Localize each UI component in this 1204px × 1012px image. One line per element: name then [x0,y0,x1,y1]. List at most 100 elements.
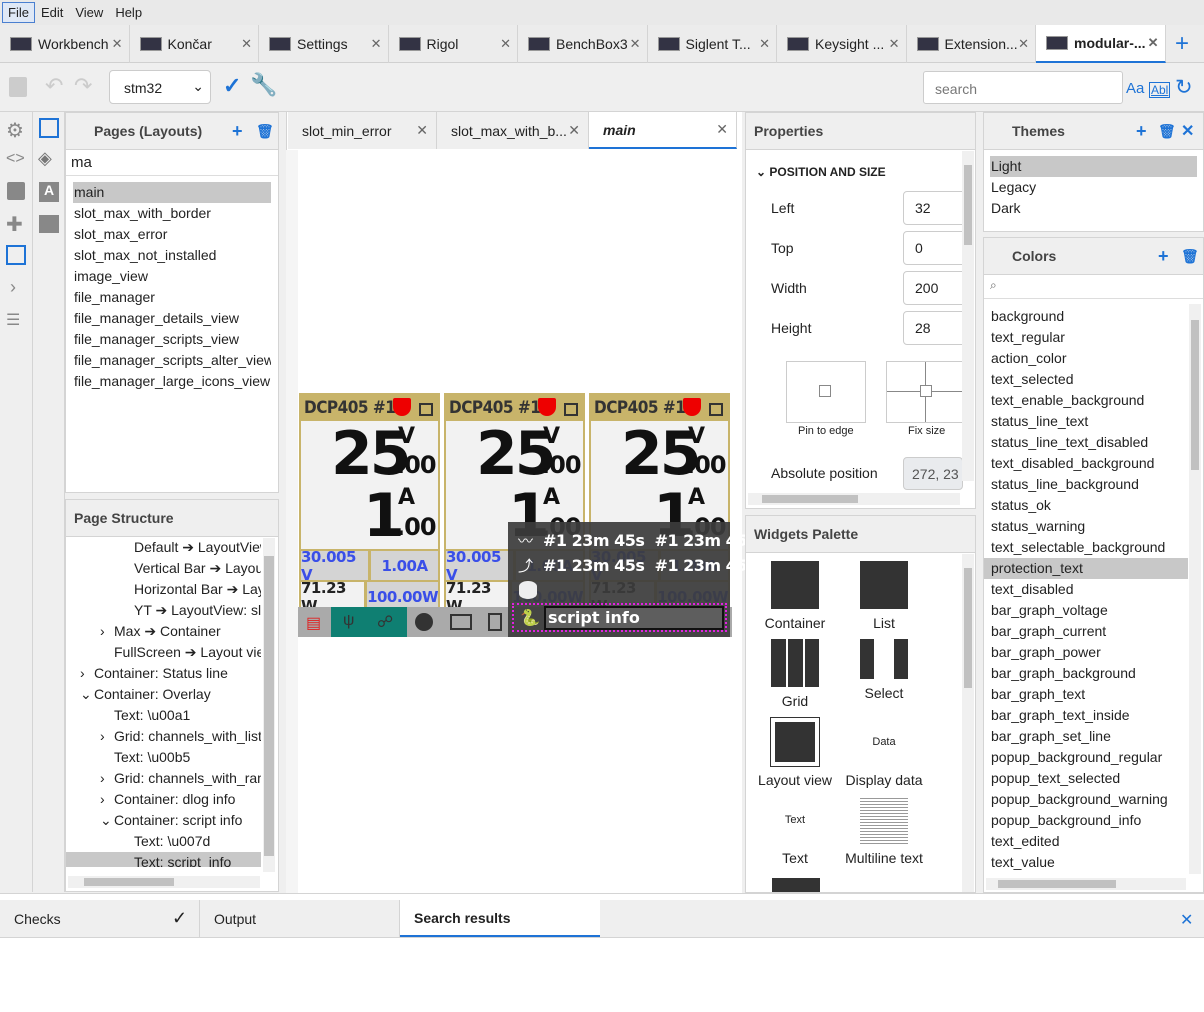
palette-item-list[interactable]: List [840,561,928,631]
set-voltage[interactable]: 30.005 V [301,548,368,584]
add-color-button[interactable]: + [1158,246,1169,267]
external-link-icon[interactable] [709,403,723,416]
set-voltage[interactable]: 30.005 V [446,548,513,584]
color-item[interactable]: popup_text_selected [984,768,1188,789]
delete-color-button[interactable]: 🗑 [1181,248,1199,265]
color-item[interactable]: popup_background_regular [984,747,1188,768]
tab-0[interactable]: Workbench ✕ [0,25,130,63]
color-item[interactable]: popup_background_info [984,810,1188,831]
tab-8[interactable]: modular-... ✕ [1036,25,1166,63]
close-icon[interactable]: ✕ [241,36,252,52]
position-size-section[interactable]: ⌄ POSITION AND SIZE [756,165,886,179]
tree-item[interactable]: › Grid: channels_with_ramp [66,768,261,789]
list-icon[interactable]: ☰ [6,310,20,330]
color-item[interactable]: bar_graph_text_inside [984,705,1188,726]
color-item[interactable]: text_regular [984,327,1188,348]
tab-5[interactable]: Siglent T... ✕ [648,25,777,63]
theme-item[interactable]: Dark [990,198,1197,219]
match-case-toggle[interactable]: Aa [1126,80,1144,97]
property-input[interactable]: 28 [903,311,963,345]
configuration-select[interactable]: stm32 ⌄ [109,70,211,104]
close-icon[interactable]: ✕ [759,36,770,52]
color-item[interactable]: text_edited [984,831,1188,852]
page-item[interactable]: main [73,182,271,203]
close-icon[interactable]: ✕ [630,36,641,52]
color-item[interactable]: action_color [984,348,1188,369]
horizontal-scrollbar[interactable] [748,493,960,505]
expand-arrow-icon[interactable]: › [100,621,105,642]
color-item[interactable]: status_line_background [984,474,1188,495]
search-input[interactable]: search [923,71,1123,104]
palette-item-container[interactable]: Container [751,561,839,631]
tree-item[interactable]: ⌄ Container: Overlay [66,684,261,705]
check-icon[interactable]: ✓ [223,73,241,99]
external-link-icon[interactable] [564,403,578,416]
tab-1[interactable]: Končar ✕ [130,25,259,63]
delete-theme-button[interactable]: 🗑 [1158,123,1176,140]
font-icon[interactable]: A [39,182,59,202]
page-item[interactable]: image_view [73,266,271,287]
tab-output[interactable]: Output [200,900,400,937]
palette-item-multiline-text[interactable]: Multiline text [840,796,928,866]
color-item[interactable]: background [984,306,1188,327]
puzzle-icon[interactable]: ✚ [6,212,23,237]
code-icon[interactable]: <> [6,150,25,168]
menu-file[interactable]: File [2,2,35,23]
close-icon[interactable]: ✕ [416,122,428,139]
color-item[interactable]: protection_text [984,558,1188,579]
close-icon[interactable]: ✕ [371,36,382,52]
page-item[interactable]: file_manager_scripts_view [73,329,271,350]
script-info-text[interactable]: script info [544,606,724,630]
redo-icon[interactable]: ↷ [74,73,92,99]
tree-item[interactable]: Default ➔ LayoutView [66,537,261,558]
gear-icon[interactable]: ⚙ [6,118,24,143]
wrench-icon[interactable]: 🔧 [250,72,277,98]
tree-item[interactable]: YT ➔ LayoutView: slot [66,600,261,621]
property-input[interactable]: 0 [903,231,963,265]
vertical-scrollbar[interactable] [962,554,974,892]
tab-6[interactable]: Keysight ... ✕ [777,25,907,63]
close-icon[interactable]: ✕ [568,122,580,139]
color-item[interactable]: text_value [984,852,1188,873]
tab-checks[interactable]: Checks ✓ [0,900,200,937]
expand-arrow-icon[interactable]: ⌄ [80,684,92,705]
color-item[interactable]: bar_graph_background [984,663,1188,684]
color-item[interactable]: text_disabled_background [984,453,1188,474]
tab-search-results[interactable]: Search results [400,900,600,937]
channel-card[interactable]: DCP405 #125V.001A.0030.005 V1.00A71.23 W… [299,393,440,626]
add-theme-button[interactable]: + [1136,121,1147,142]
page-item[interactable]: file_manager_scripts_alter_view [73,350,271,371]
external-link-icon[interactable] [419,403,433,416]
vertical-scrollbar[interactable] [263,538,275,872]
menu-edit[interactable]: Edit [35,2,69,23]
new-tab-button[interactable]: + [1175,30,1189,58]
color-item[interactable]: bar_graph_current [984,621,1188,642]
color-item[interactable]: text_disabled [984,579,1188,600]
vertical-scrollbar[interactable] [1189,304,1201,874]
color-item[interactable]: status_warning [984,516,1188,537]
tree-item[interactable]: ⌄ Container: script info [66,810,261,831]
tree-item[interactable]: Text: \u007d [66,831,261,852]
tree-item[interactable]: Vertical Bar ➔ LayoutView [66,558,261,579]
tree-item[interactable]: › Grid: channels_with_list_d [66,726,261,747]
close-icon[interactable]: ✕ [889,36,900,52]
palette-item-display-data[interactable]: Data Display data [840,718,928,788]
tree-item[interactable]: › Container: dlog info [66,789,261,810]
server-icon[interactable] [7,182,25,200]
horizontal-scrollbar[interactable] [68,876,260,888]
page-item[interactable]: file_manager_large_icons_view [73,371,271,392]
expand-arrow-icon[interactable]: › [100,789,105,810]
tree-item[interactable]: FullScreen ➔ Layout view [66,642,261,663]
pages-icon[interactable] [6,245,26,265]
tab-7[interactable]: Extension... ✕ [907,25,1036,63]
layout-icon[interactable] [39,118,59,138]
delete-page-button[interactable]: 🗑 [256,123,274,140]
color-item[interactable]: text_enable_background [984,390,1188,411]
undo-icon[interactable]: ↶ [45,73,63,99]
theme-item[interactable]: Light [990,156,1197,177]
palette-item-text[interactable]: Text Text [751,796,839,866]
chevron-right-icon[interactable]: › [10,277,16,298]
fix-size-control[interactable] [886,361,966,423]
color-item[interactable]: status_line_text_disabled [984,432,1188,453]
palette-item-layout-view[interactable]: Layout view [751,717,839,788]
